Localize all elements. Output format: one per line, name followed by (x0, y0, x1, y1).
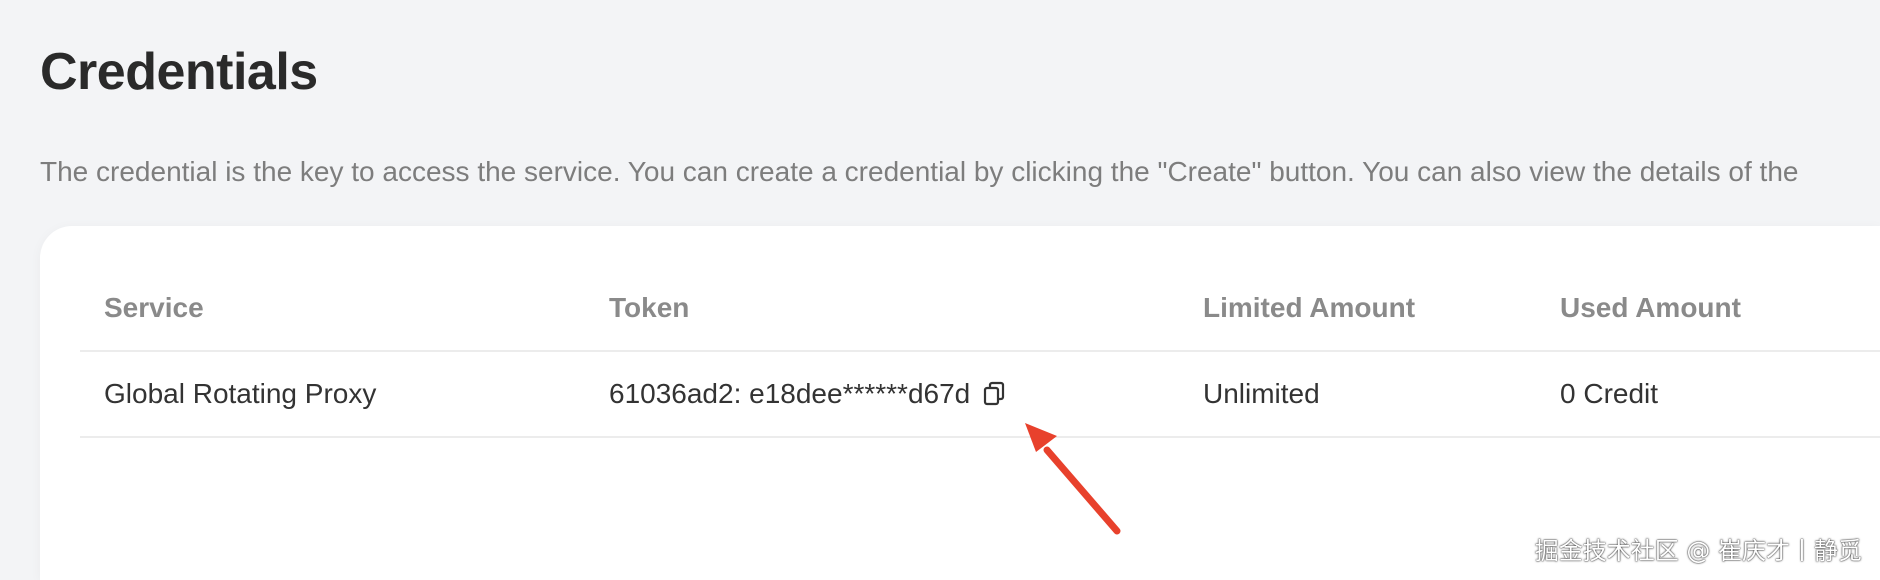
watermark: 掘金技术社区 @ 崔庆才丨静觅 (1534, 537, 1862, 565)
credentials-card: Service Token Limited Amount Used Amount… (40, 226, 1880, 580)
page-title: Credentials (40, 43, 318, 101)
column-header-used-amount: Used Amount (1560, 292, 1741, 323)
used-amount-cell: 0 Credit (1560, 378, 1659, 409)
table-row: Global Rotating Proxy 61036ad2: e18dee**… (80, 352, 1880, 438)
table-header-row: Service Token Limited Amount Used Amount (80, 266, 1880, 352)
credentials-table: Service Token Limited Amount Used Amount… (80, 266, 1880, 438)
column-header-limited-amount: Limited Amount (1203, 292, 1416, 323)
page-description: The credential is the key to access the … (40, 156, 1799, 187)
column-header-token: Token (609, 292, 690, 323)
copy-icon[interactable] (980, 379, 1010, 409)
service-cell: Global Rotating Proxy (104, 378, 377, 409)
column-header-service: Service (104, 292, 204, 323)
limited-amount-cell: Unlimited (1203, 378, 1320, 409)
token-value: 61036ad2: e18dee******d67d (609, 378, 971, 409)
token-cell: 61036ad2: e18dee******d67d (609, 352, 1010, 436)
